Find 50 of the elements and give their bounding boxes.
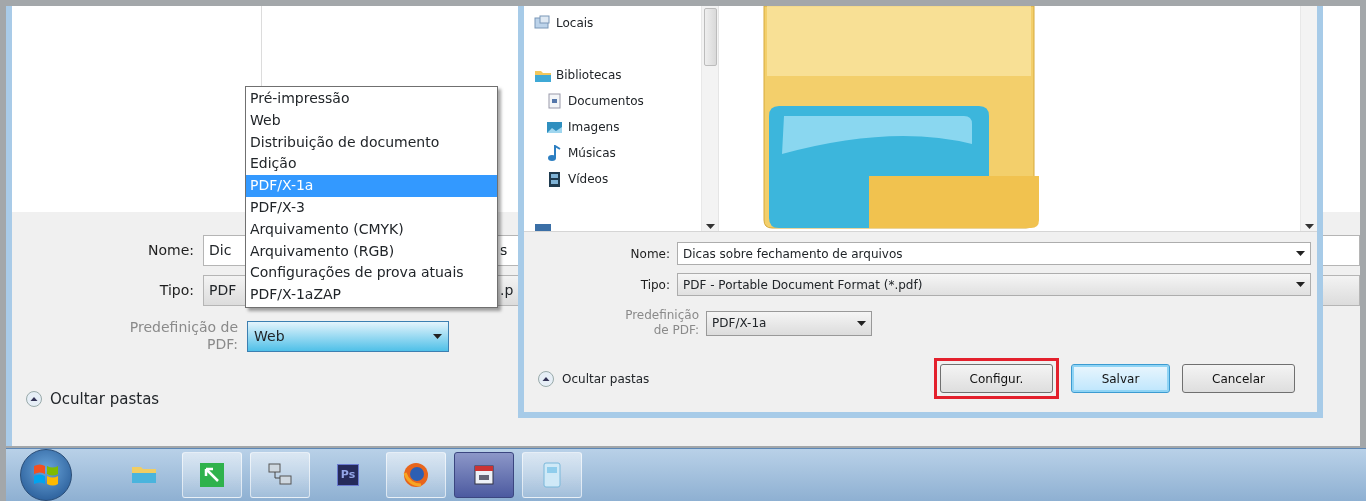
dialog-button[interactable]: Salvar [1071, 364, 1170, 393]
arrow-tile-icon [198, 461, 226, 489]
globe-icon [402, 461, 430, 489]
document-icon [546, 93, 564, 109]
scroll-down-arrow[interactable] [1304, 224, 1314, 229]
menu-item[interactable]: Configurações de prova atuais [246, 262, 497, 285]
field-label: Nome: [629, 245, 670, 263]
hide-folders-toggle[interactable]: Ocultar pastas [26, 388, 160, 411]
network-places-icon [534, 15, 552, 31]
scrollbar-thumb[interactable] [703, 8, 717, 66]
field-label: Nome: [147, 240, 194, 260]
field-text-fragment: .p [500, 280, 514, 300]
app-icon: Ps [336, 463, 360, 487]
nav-item[interactable]: Documentos [568, 92, 644, 110]
taskbar-button[interactable]: Ps [318, 452, 378, 498]
menu-item[interactable]: Edição [246, 153, 497, 176]
dropdown-arrow-icon [1296, 282, 1305, 287]
menu-item[interactable]: Pré-impressão [246, 88, 497, 110]
dropdown-arrow-icon [857, 320, 866, 326]
dialog-button[interactable]: Cancelar [1182, 364, 1295, 393]
menu-item[interactable]: Distribuição de documento [246, 131, 497, 154]
nav-item[interactable]: Músicas [568, 144, 616, 162]
nav-item[interactable]: Imagens [568, 118, 620, 136]
nav-item[interactable]: Locais [556, 14, 594, 32]
picture-icon [546, 119, 564, 135]
field-text-fragment: s [500, 240, 508, 260]
name-field[interactable]: Dicas sobre fechamento de arquivos [677, 242, 1311, 265]
field-label: Tipo: [639, 276, 670, 294]
scroll-down-arrow[interactable] [705, 224, 715, 229]
menu-item[interactable]: Web [246, 109, 497, 132]
taskbar-button[interactable] [454, 452, 514, 498]
field-label: Predefinição de PDF: [624, 308, 699, 338]
nav-item[interactable]: Vídeos [568, 170, 609, 188]
nav-item[interactable]: Bibliotecas [556, 66, 622, 84]
type-dropdown[interactable]: PDF - Portable Document Format (*.pdf) [677, 273, 1311, 296]
preset-dropdown[interactable]: Web [247, 320, 449, 352]
collapse-icon[interactable] [26, 391, 42, 408]
menu-item[interactable]: Arquivamento (RGB) [246, 240, 497, 263]
field-label: Tipo: [158, 280, 194, 300]
preset-dropdown[interactable]: PDF/X-1a [706, 310, 872, 336]
menu-item[interactable]: Arquivamento (CMYK) [246, 218, 497, 241]
menu-item[interactable]: PDF/X-1aZAP [246, 284, 497, 306]
hide-folders-toggle[interactable]: Ocultar pastas [538, 369, 650, 388]
dialog-button[interactable]: Configur. [940, 364, 1053, 393]
field-label: Predefinição de PDF: [128, 318, 238, 354]
dropdown-arrow-icon [1296, 251, 1305, 256]
menu-item[interactable]: PDF/X-3 [246, 197, 497, 219]
start-button[interactable] [20, 449, 72, 501]
dropdown-arrow-icon [433, 333, 442, 339]
collapse-icon[interactable] [538, 370, 554, 387]
